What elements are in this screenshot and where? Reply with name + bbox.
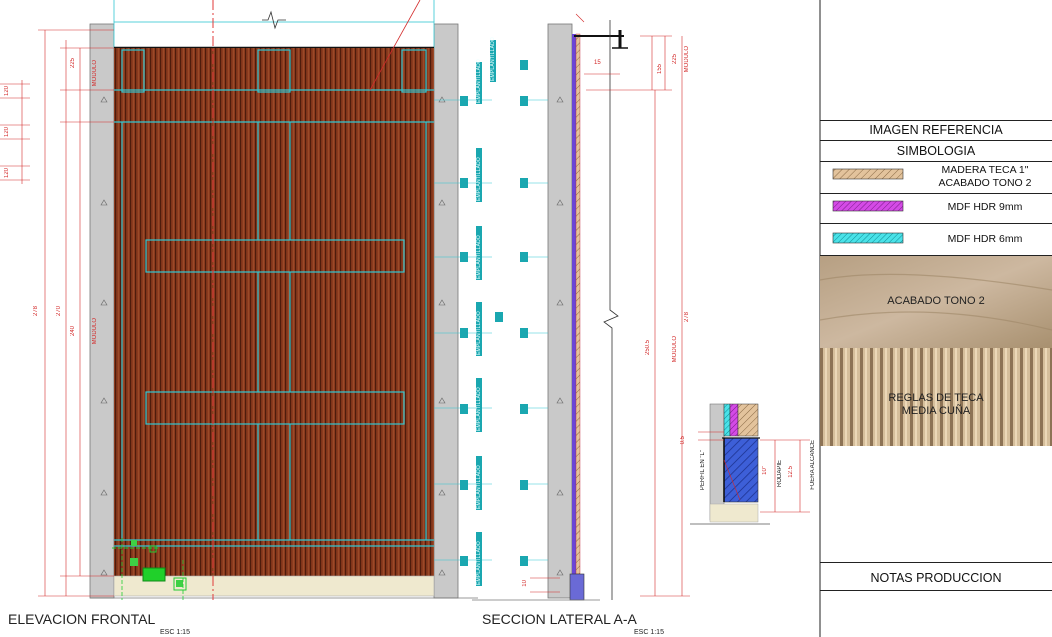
- dim-modulo-front-2: MODULO: [92, 318, 98, 345]
- left-column: [89, 23, 115, 599]
- right-column: [433, 23, 459, 599]
- dim-modulo-front-1: MODULO: [92, 60, 98, 87]
- photo-ribs-label-2: MEDIA CUÑA: [901, 405, 971, 417]
- tag-emplantillado-5: EMPLANTILLADO: [476, 378, 482, 432]
- tag-emplantillado-6: EMPLANTILLADO: [476, 456, 482, 510]
- dim-10-section: 10: [522, 580, 528, 587]
- dim-10in-detail: 10": [762, 466, 768, 475]
- legend-item-teca-line1: MADERA TECA 1": [941, 164, 1029, 176]
- section-column: [547, 23, 573, 599]
- section-view-title: SECCION LATERAL A-A: [482, 611, 637, 627]
- fuera-alcance-label: FUERA ALCANCE: [810, 440, 816, 490]
- legend-item-mdf6: MDF HDR 6mm: [947, 233, 1023, 245]
- wood-panel: [114, 48, 434, 576]
- section-view-scale: ESC 1:15: [634, 629, 664, 636]
- dim-155-section: 155: [657, 64, 663, 75]
- dim-05-detail: 0.5: [680, 436, 686, 445]
- tag-emplantillado-1: EMPLANTILLADO: [476, 58, 482, 104]
- dim-125-detail: 12.5: [788, 466, 794, 478]
- dim-278-front: 278: [33, 306, 39, 317]
- image-reference-heading: IMAGEN REFERENCIA: [869, 123, 1003, 137]
- dim-225-section: 225: [672, 54, 678, 65]
- legend-item-mdf9: MDF HDR 9mm: [947, 201, 1023, 213]
- dim-225-front: 225: [70, 58, 76, 69]
- dim-278-section: 278: [684, 312, 690, 323]
- dim-270-front: 270: [56, 306, 62, 317]
- rodapie-label: RODAPIE: [777, 460, 783, 488]
- dim-modulo-section-2: MODULO: [672, 336, 678, 363]
- tag-emplantillado-3: EMPLANTILLADO: [476, 226, 482, 280]
- tag-emplantillado-4: EMPLANTILLADO: [476, 302, 482, 356]
- dim-240-front: 240: [70, 326, 76, 337]
- photo-tone-label: ACABADO TONO 2: [887, 295, 985, 307]
- front-view-scale: ESC 1:15: [160, 629, 190, 636]
- tag-emplantillado-7: EMPLANTILLADO: [476, 532, 482, 586]
- notes-heading: NOTAS PRODUCCION: [870, 571, 1002, 585]
- dim-15-section: 15: [594, 60, 601, 66]
- tag-emplantillado-8: EMPLANTILLADO: [490, 36, 496, 82]
- photo-ribs-label-1: REGLAS DE TECA: [888, 392, 984, 404]
- dim-120-1: 120: [4, 86, 10, 97]
- dim-2505-section: 250.5: [645, 340, 651, 356]
- perfil-l-label: PERFIL EN "L": [700, 450, 706, 491]
- front-view-title: ELEVACION FRONTAL: [8, 611, 156, 627]
- dim-120-3: 120: [4, 168, 10, 179]
- dim-120-2: 120: [4, 127, 10, 138]
- symbology-heading: SIMBOLOGIA: [896, 144, 976, 158]
- tag-emplantillado-2: EMPLANTILLADO: [476, 148, 482, 202]
- legend-item-teca-line2: ACABADO TONO 2: [938, 177, 1032, 189]
- dim-modulo-section-1: MODULO: [684, 46, 690, 73]
